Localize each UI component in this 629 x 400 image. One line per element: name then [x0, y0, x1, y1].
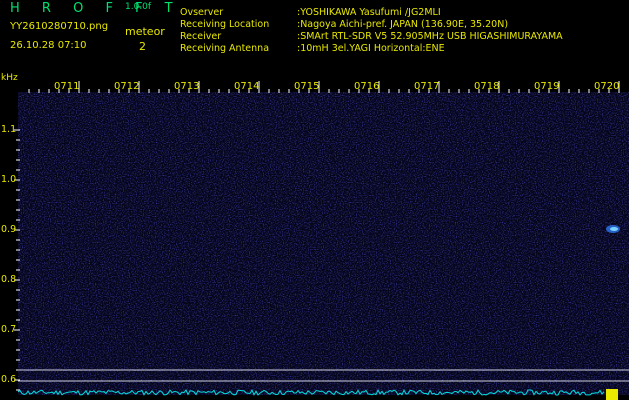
info-value: :Nagoya Aichi-pref. JAPAN (136.90E, 35.2…	[297, 19, 509, 30]
freq-tick-label: 1.1	[1, 124, 17, 135]
time-tick-label: 0717	[414, 81, 440, 92]
time-tick-label: 0718	[474, 81, 500, 92]
time-tick-label: 0720	[594, 81, 620, 92]
spectrogram	[14, 81, 629, 400]
time-tick-label: 0711	[54, 81, 80, 92]
info-key: Receiving Location	[180, 19, 270, 30]
info-value: :YOSHIKAWA Yasufumi /JG2MLI	[297, 7, 441, 18]
app-title: H R O F F T	[10, 1, 182, 16]
info-key: Ovserver	[180, 7, 224, 18]
info-observer: Ovserver :YOSHIKAWA Yasufumi /JG2MLI	[180, 7, 441, 18]
file-name: YY2610280710.png	[10, 21, 109, 32]
frequency-unit-label: kHz	[1, 73, 18, 83]
capture-datetime: 26.10.28 07:10	[10, 40, 87, 51]
time-tick-label: 0715	[294, 81, 320, 92]
spectrogram-noise-bright	[18, 92, 629, 395]
time-tick-label: 0716	[354, 81, 380, 92]
meteor-label: meteor	[125, 25, 165, 38]
time-tick-label: 0713	[174, 81, 200, 92]
info-key: Receiver	[180, 31, 222, 42]
time-tick-label: 0714	[234, 81, 260, 92]
info-key: Receiving Antenna	[180, 43, 270, 54]
info-value: :10mH 3el.YAGI Horizontal:ENE	[297, 43, 445, 54]
freq-tick-label: 1.0	[1, 174, 17, 185]
freq-tick-label: 0.7	[1, 324, 17, 335]
freq-tick-label: 0.6	[1, 374, 17, 385]
info-antenna: Receiving Antenna :10mH 3el.YAGI Horizont…	[180, 43, 445, 54]
info-value: :SMArt RTL-SDR V5 52.905MHz USB HIGASHIM…	[297, 31, 563, 42]
freq-tick-label: 0.9	[1, 224, 17, 235]
info-location: Receiving Location :Nagoya Aichi-pref. JA…	[180, 19, 508, 30]
time-tick-label: 0712	[114, 81, 140, 92]
meteor-count: 2	[139, 40, 146, 53]
time-tick-label: 0719	[534, 81, 560, 92]
info-receiver: Receiver :SMArt RTL-SDR V5 52.905MHz USB …	[180, 31, 563, 42]
level-marker	[606, 389, 618, 400]
app-version: 1.0.0f	[125, 2, 152, 12]
freq-tick-label: 0.8	[1, 274, 17, 285]
meteor-echo	[606, 225, 620, 233]
